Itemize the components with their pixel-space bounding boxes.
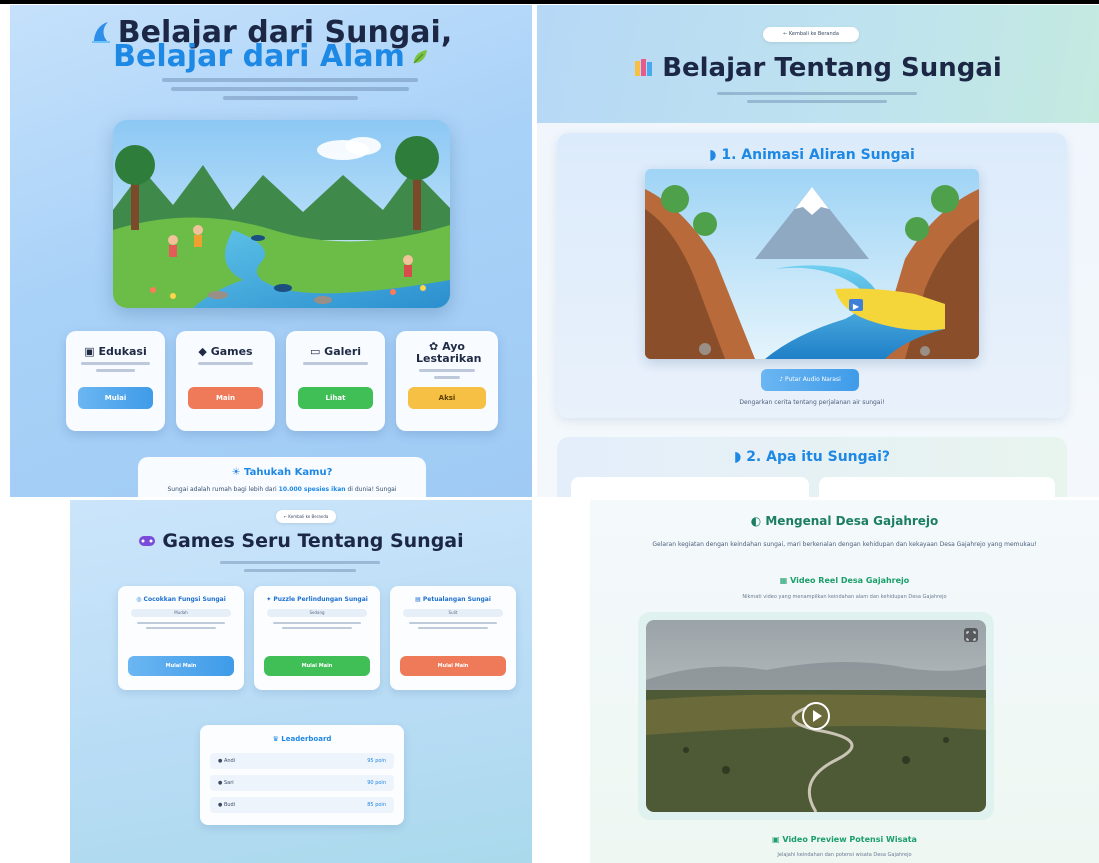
edukasi-button[interactable]: Mulai bbox=[78, 387, 153, 409]
game-card-adventure: ▤ Petualangan Sungai Sulit Mulai Main bbox=[390, 586, 516, 690]
leaderboard-row: ● Andi 95 poin bbox=[210, 753, 394, 769]
trophy-icon: ♛ bbox=[272, 735, 282, 743]
lightbulb-icon: ☀ bbox=[231, 467, 245, 478]
gamepad-icon bbox=[139, 536, 156, 546]
village-title: ◐ Mengenal Desa Gajahrejo bbox=[750, 514, 939, 528]
hero-intro-text bbox=[155, 73, 425, 105]
river-info-card-1 bbox=[571, 477, 809, 497]
books-icon bbox=[635, 59, 653, 76]
video-preview-caption: Jelajahi keindahan dan potensi wisata De… bbox=[777, 852, 912, 858]
game-card-match: ◎ Cocokkan Fungsi Sungai Mudah Mulai Mai… bbox=[118, 586, 244, 690]
svg-text:▶: ▶ bbox=[853, 302, 860, 311]
map-icon: ▤ bbox=[415, 596, 423, 603]
games-back-button[interactable]: ← Kembali ke Beranda bbox=[276, 510, 336, 523]
games-screen: ← Kembali ke Beranda Games Seru Tentang … bbox=[70, 500, 532, 863]
video-reel-caption: Nikmati video yang menampilkan keindahan… bbox=[742, 594, 947, 600]
gamepad-icon: ◆ bbox=[198, 345, 211, 358]
video-reel-title: ▦ Video Reel Desa Gajahrejo bbox=[779, 576, 910, 585]
card-games-title: ◆ Games bbox=[198, 345, 253, 358]
fun-fact-box: ☀ Tahukah Kamu? Sungai adalah rumah bagi… bbox=[138, 457, 426, 497]
game-card-match-title: ◎ Cocokkan Fungsi Sungai bbox=[136, 596, 226, 603]
village-screen: ◐ Mengenal Desa Gajahrejo Gelaran kegiat… bbox=[590, 500, 1099, 863]
leaderboard: ♛ Leaderboard ● Andi 95 poin ● Sari 90 poi… bbox=[200, 725, 404, 825]
film-icon: ▦ bbox=[779, 576, 791, 585]
video-reel-frame bbox=[638, 612, 994, 820]
difficulty-badge: Mudah bbox=[130, 609, 232, 617]
home-screen: Belajar dari Sungai, Belajar dari Alam ▣… bbox=[10, 5, 532, 497]
lestarikan-button[interactable]: Aksi bbox=[408, 387, 486, 409]
leaderboard-title: ♛ Leaderboard bbox=[272, 735, 332, 743]
games-button[interactable]: Main bbox=[188, 387, 263, 409]
games-page-title: Games Seru Tentang Sungai bbox=[70, 530, 532, 552]
fullscreen-button[interactable] bbox=[964, 628, 978, 642]
card-lestarikan: ✿ Ayo Lestarikan Aksi bbox=[396, 331, 498, 431]
camera-icon: ▣ bbox=[772, 835, 783, 844]
section-river-animation: ◗ 1. Animasi Aliran Sungai ▶ ♪ Putar Aud… bbox=[557, 133, 1067, 418]
play-match-button[interactable]: Mulai Main bbox=[128, 656, 234, 676]
leaderboard-row: ● Budi 85 poin bbox=[210, 797, 394, 813]
village-description: Gelaran kegiatan dengan keindahan sungai… bbox=[652, 541, 1037, 548]
hero-title-line2: Belajar dari Alam bbox=[10, 41, 532, 73]
card-galeri: ▭ Galeri Lihat bbox=[286, 331, 385, 431]
card-lestarikan-title: ✿ Ayo Lestarikan bbox=[416, 340, 482, 365]
back-to-home-button[interactable]: ← Kembali ke Beranda bbox=[763, 27, 859, 42]
games-subtitle bbox=[220, 556, 380, 577]
wave-icon: ◗ bbox=[733, 449, 747, 465]
game-card-puzzle: ✦ Puzzle Perlindungan Sungai Sedang Mula… bbox=[254, 586, 380, 690]
book-icon: ▣ bbox=[84, 345, 99, 358]
fun-fact-text: Sungai adalah rumah bagi lebih dari 10.0… bbox=[167, 486, 397, 493]
play-narration-button[interactable]: ♪ Putar Audio Narasi bbox=[761, 369, 859, 391]
game-card-puzzle-title: ✦ Puzzle Perlindungan Sungai bbox=[266, 596, 368, 603]
galeri-button[interactable]: Lihat bbox=[298, 387, 373, 409]
learn-screen: ← Kembali ke Beranda Belajar Tentang Sun… bbox=[537, 5, 1099, 497]
video-preview-title: ▣ Video Preview Potensi Wisata bbox=[772, 835, 917, 844]
section2-title: ◗ 2. Apa itu Sungai? bbox=[733, 449, 891, 465]
play-icon bbox=[813, 710, 822, 722]
top-border bbox=[0, 0, 1099, 4]
section-what-is-river: ◗ 2. Apa itu Sungai? bbox=[557, 437, 1067, 497]
learn-header: ← Kembali ke Beranda Belajar Tentang Sun… bbox=[537, 5, 1099, 123]
learn-subtitle bbox=[717, 87, 917, 108]
leaderboard-row: ● Sari 90 poin bbox=[210, 775, 394, 791]
play-button[interactable] bbox=[802, 702, 830, 730]
river-info-card-2 bbox=[819, 477, 1055, 497]
play-adventure-button[interactable]: Mulai Main bbox=[400, 656, 506, 676]
image-icon: ▭ bbox=[309, 345, 325, 358]
game-card-adventure-title: ▤ Petualangan Sungai bbox=[415, 596, 491, 603]
hero-title-text2: Belajar dari Alam bbox=[113, 39, 405, 74]
hero-illustration bbox=[113, 120, 450, 308]
narration-caption: Dengarkan cerita tentang perjalanan air … bbox=[739, 399, 885, 406]
river-animation-image: ▶ bbox=[645, 169, 979, 359]
difficulty-badge: Sulit bbox=[402, 609, 504, 617]
card-edukasi-title: ▣ Edukasi bbox=[84, 345, 147, 358]
card-edukasi: ▣ Edukasi Mulai bbox=[66, 331, 165, 431]
play-puzzle-button[interactable]: Mulai Main bbox=[264, 656, 370, 676]
fullscreen-icon bbox=[966, 631, 976, 641]
fun-fact-title: ☀ Tahukah Kamu? bbox=[231, 467, 333, 478]
globe-icon: ◐ bbox=[750, 514, 766, 528]
card-galeri-title: ▭ Galeri bbox=[309, 345, 362, 358]
leaf-icon bbox=[413, 50, 427, 64]
target-icon: ◎ bbox=[136, 596, 144, 603]
wave-icon: ◗ bbox=[709, 147, 722, 163]
card-games: ◆ Games Main bbox=[176, 331, 275, 431]
section1-title: ◗ 1. Animasi Aliran Sungai bbox=[709, 147, 915, 163]
difficulty-badge: Sedang bbox=[266, 609, 368, 617]
video-player[interactable] bbox=[646, 620, 986, 812]
learn-page-title: Belajar Tentang Sungai bbox=[537, 53, 1099, 83]
